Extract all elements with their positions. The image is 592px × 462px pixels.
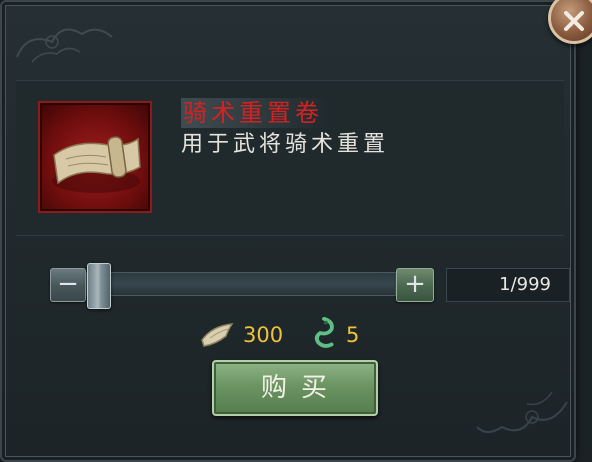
decrease-button[interactable]: − [50, 268, 86, 302]
cloud-ornament-bottom-right [476, 391, 568, 433]
quantity-slider-track[interactable] [78, 272, 396, 296]
item-description: 用于武将骑术重置 [181, 132, 390, 157]
quantity-display: 1/999 [446, 268, 570, 302]
horn-amount: 300 [243, 323, 284, 347]
jade-dragon-icon [314, 316, 334, 348]
item-name: 骑术重置卷 [181, 98, 329, 128]
increase-button[interactable]: + [396, 268, 434, 302]
item-icon-frame [38, 101, 152, 213]
close-icon [564, 11, 584, 31]
horn-icon [201, 323, 234, 347]
jade-amount: 5 [346, 323, 360, 347]
scroll-icon [52, 136, 141, 193]
buy-button[interactable]: 购买 [212, 360, 378, 416]
cloud-ornament-top-left [16, 28, 113, 63]
quantity-slider-handle[interactable] [87, 263, 111, 309]
